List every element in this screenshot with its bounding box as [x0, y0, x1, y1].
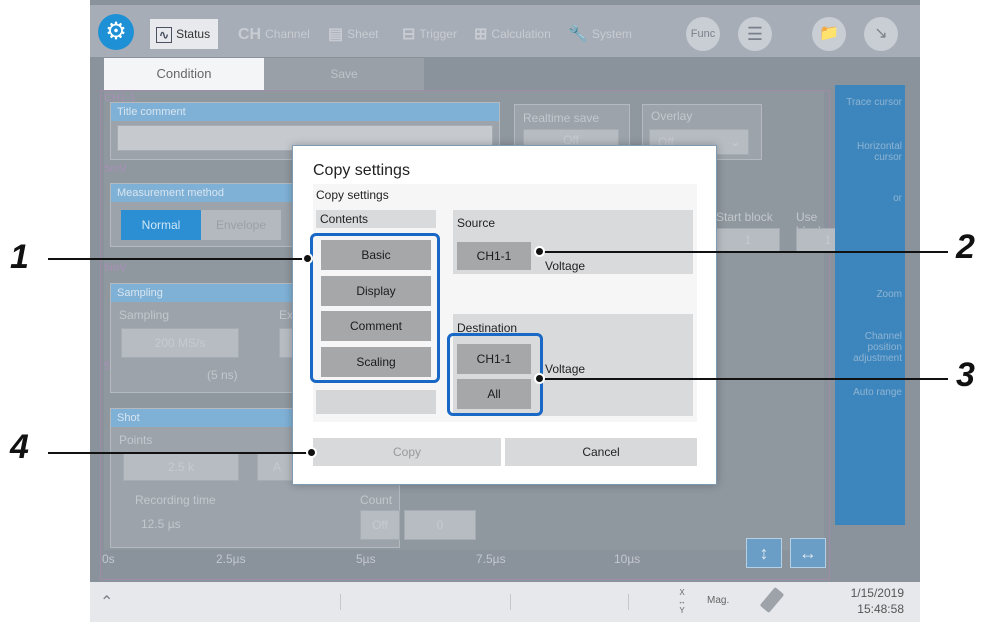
right-side-panel: Trace cursor Horizontal cursor or Zoom C… [835, 85, 905, 525]
tab-channel[interactable]: CH Channel [238, 19, 310, 49]
waveform-icon: ∿ [156, 26, 173, 43]
copy-button[interactable]: Copy [313, 438, 501, 466]
axis-tick-label: 10µs [614, 552, 641, 566]
folder-icon[interactable]: 📁 [812, 17, 846, 51]
vertical-arrows-icon[interactable]: ↕ [746, 538, 782, 568]
contents-header: Contents [316, 210, 436, 228]
horizontal-arrows-icon[interactable]: ↔ [790, 538, 826, 568]
cursor-button[interactable]: or [840, 193, 902, 204]
calculation-icon: ⊞ [474, 25, 488, 43]
callout-line-2 [540, 251, 948, 253]
status-date: 1/15/2019 [850, 586, 904, 600]
wrench-icon: 🔧 [568, 25, 588, 43]
channel-position-button[interactable]: Channel position adjustment [840, 331, 902, 364]
tab-trigger[interactable]: ⊟ Trigger [402, 19, 457, 49]
trace-cursor-button[interactable]: Trace cursor [840, 97, 902, 108]
source-type-label: Voltage [545, 259, 586, 273]
method-normal-button[interactable]: Normal [121, 210, 201, 240]
source-channel-button[interactable]: CH1-1 [457, 242, 531, 270]
points-field[interactable]: 2.5 k [123, 453, 239, 481]
horizontal-cursor-button[interactable]: Horizontal cursor [840, 141, 902, 163]
count-field[interactable]: 0 [404, 510, 476, 540]
destination-type-label: Voltage [545, 362, 586, 376]
axis-tick-label: 7.5µs [476, 552, 506, 566]
start-block-field[interactable]: 1 [716, 228, 780, 252]
channel-ghost-label: 5mV [104, 262, 127, 274]
axis-tick-label: 5µs [356, 552, 376, 566]
callout-dot-2 [534, 246, 545, 257]
status-bar: ⌃ X ↔ Y Mag. 1/15/2019 15:48:58 [90, 582, 920, 622]
divider [510, 594, 511, 610]
chevron-down-icon: ⌄ [729, 135, 740, 149]
callout-line-3 [540, 378, 948, 380]
callout-box-destination [447, 333, 543, 416]
tab-calculation[interactable]: ⊞ Calculation [474, 19, 551, 49]
top-menu-bar: ⚙ ∿ Status CH Channel ▤ Sheet ⊟ Trigger ⊞ Cal… [90, 5, 920, 57]
callout-line-4 [48, 452, 310, 454]
callout-box-contents [310, 233, 440, 383]
gear-icon[interactable]: ⚙ [98, 14, 134, 50]
callout-number-2: 2 [956, 228, 975, 266]
tab-save[interactable]: Save [264, 58, 424, 90]
magnification-icon[interactable]: X ↔ Y [678, 588, 686, 615]
mag-label: Mag. [707, 595, 730, 606]
divider [628, 594, 629, 610]
divider [340, 594, 341, 610]
callout-number-1: 1 [10, 238, 29, 276]
cancel-button[interactable]: Cancel [505, 438, 697, 466]
dialog-subtitle: Copy settings [316, 188, 389, 202]
tab-status[interactable]: ∿ Status [150, 19, 219, 49]
tab-condition[interactable]: Condition [104, 58, 264, 90]
trigger-icon: ⊟ [402, 25, 416, 43]
expand-icon[interactable]: ↘ [864, 17, 898, 51]
sheet-icon: ▤ [328, 25, 344, 43]
func-button[interactable]: Func [686, 17, 720, 51]
callout-dot-3 [534, 373, 545, 384]
callout-number-3: 3 [956, 356, 975, 394]
auto-range-button[interactable]: Auto range [840, 387, 902, 398]
sampling-rate-field[interactable]: 200 MS/s [121, 328, 239, 358]
callout-line-1 [48, 258, 310, 260]
blocks-panel: Start block Use blocks 1 1 [710, 198, 860, 263]
callout-dot-4 [306, 447, 317, 458]
tab-sheet[interactable]: ▤ Sheet [328, 19, 378, 49]
callout-dot-1 [302, 253, 313, 264]
tab-system[interactable]: 🔧 System [568, 19, 632, 49]
chevron-up-icon[interactable]: ⌃ [100, 592, 113, 612]
contents-empty-row [316, 390, 436, 414]
title-comment-label: Title comment [111, 103, 499, 121]
callout-number-4: 4 [10, 428, 29, 466]
count-off-button[interactable]: Off [360, 510, 400, 540]
status-time: 15:48:58 [857, 602, 904, 616]
usb-stick-icon [759, 586, 785, 614]
zoom-button[interactable]: Zoom [840, 289, 902, 300]
list-menu-icon[interactable]: ☰ [738, 17, 772, 51]
points-auto-button[interactable]: A [257, 453, 297, 481]
axis-tick-label: 0s [102, 552, 115, 566]
dialog-title: Copy settings [313, 162, 410, 179]
channel-ghost-label: 5mV [104, 163, 127, 175]
method-envelope-button[interactable]: Envelope [201, 210, 281, 240]
axis-tick-label: 2.5µs [216, 552, 246, 566]
